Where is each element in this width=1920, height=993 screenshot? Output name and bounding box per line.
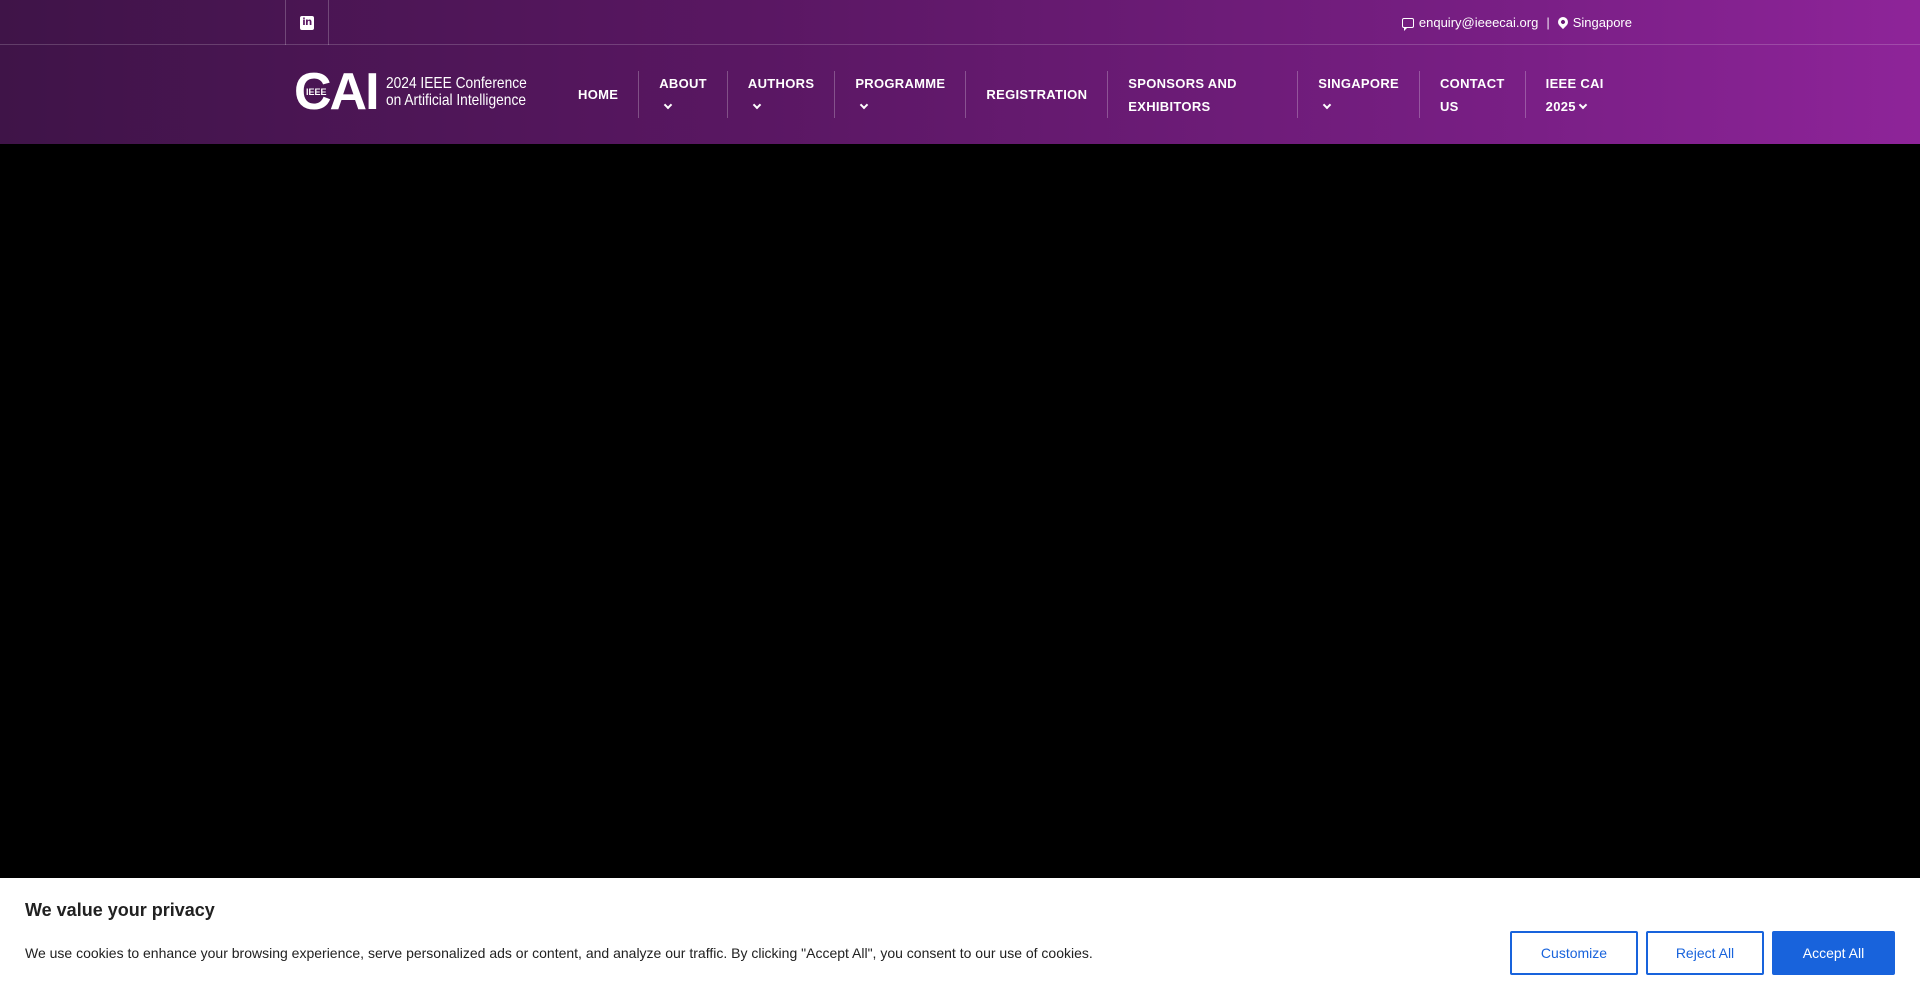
- nav-singapore[interactable]: SINGAPORE: [1298, 71, 1420, 118]
- main-menu: HOME ABOUT AUTHORS PROGRAMME REGISTRATIO…: [558, 45, 1624, 144]
- chevron-down-icon: [1323, 100, 1332, 109]
- location-text: Singapore: [1572, 15, 1632, 30]
- nav-registration[interactable]: REGISTRATION: [966, 71, 1109, 118]
- nav-programme-label: PROGRAMME: [855, 75, 946, 91]
- nav-contact-label-1: CONTACT: [1439, 75, 1505, 91]
- logo-mark: CAI IEEE: [294, 66, 384, 118]
- chevron-down-icon: [1578, 100, 1588, 109]
- nav-authors[interactable]: AUTHORS: [728, 71, 836, 118]
- nav-ieeecai-label-1: IEEE CAI: [1545, 75, 1604, 91]
- nav-home[interactable]: HOME: [558, 71, 640, 118]
- nav-registration-label: REGISTRATION: [986, 87, 1088, 102]
- chevron-down-icon: [663, 100, 673, 109]
- nav-ieeecai-label-2: 2025: [1545, 98, 1576, 114]
- logo-mark-small: IEEE: [306, 87, 327, 97]
- linkedin-icon: in: [300, 15, 314, 30]
- nav-contact[interactable]: CONTACT US: [1420, 71, 1526, 118]
- site-logo[interactable]: CAI IEEE 2024 IEEE Conference on Artific…: [294, 66, 550, 118]
- nav-sponsors-label-2: EXHIBITORS: [1128, 98, 1211, 114]
- cookie-banner: We value your privacy We use cookies to …: [0, 878, 1920, 993]
- reject-all-button[interactable]: Reject All: [1646, 931, 1764, 975]
- site-header: in enquiry@ieeecai.org | Singapore CAI I…: [0, 0, 1920, 144]
- logo-text: 2024 IEEE Conference on Artificial Intel…: [386, 75, 527, 109]
- nav-home-label: HOME: [578, 87, 619, 102]
- chat-icon: [1401, 17, 1414, 31]
- chevron-down-icon: [860, 100, 869, 109]
- email-text[interactable]: enquiry@ieeecai.org: [1419, 15, 1538, 30]
- location: Singapore: [1555, 14, 1632, 30]
- contact-info: enquiry@ieeecai.org | Singapore: [1401, 0, 1632, 45]
- separator: |: [1546, 15, 1550, 30]
- email-link[interactable]: enquiry@ieeecai.org: [1401, 15, 1538, 31]
- nav-programme[interactable]: PROGRAMME: [835, 71, 967, 118]
- nav-sponsors[interactable]: SPONSORS AND EXHIBITORS: [1108, 71, 1299, 118]
- chevron-down-icon: [752, 100, 762, 109]
- linkedin-link[interactable]: in: [285, 0, 329, 45]
- logo-line-1: 2024 IEEE Conference: [386, 75, 528, 92]
- nav-singapore-label: SINGAPORE: [1318, 75, 1399, 91]
- customize-button[interactable]: Customize: [1510, 931, 1638, 975]
- accept-all-button[interactable]: Accept All: [1772, 931, 1895, 975]
- nav-authors-label: AUTHORS: [747, 75, 815, 91]
- cookie-banner-title: We value your privacy: [25, 900, 215, 920]
- logo-line-2: on Artificial Intelligence: [386, 92, 527, 109]
- nav-contact-label-2: US: [1439, 98, 1459, 114]
- cookie-banner-text: We use cookies to enhance your browsing …: [25, 945, 1093, 961]
- nav-about[interactable]: ABOUT: [639, 71, 728, 118]
- top-bar: in enquiry@ieeecai.org | Singapore: [0, 0, 1920, 45]
- nav-ieee-cai-2025[interactable]: IEEE CAI 2025: [1526, 71, 1624, 118]
- nav-about-label: ABOUT: [659, 75, 707, 91]
- map-pin-icon: [1555, 14, 1570, 29]
- main-navigation-row: CAI IEEE 2024 IEEE Conference on Artific…: [0, 45, 1920, 144]
- hero-video-area: [0, 144, 1920, 878]
- nav-sponsors-label-1: SPONSORS AND: [1128, 75, 1237, 91]
